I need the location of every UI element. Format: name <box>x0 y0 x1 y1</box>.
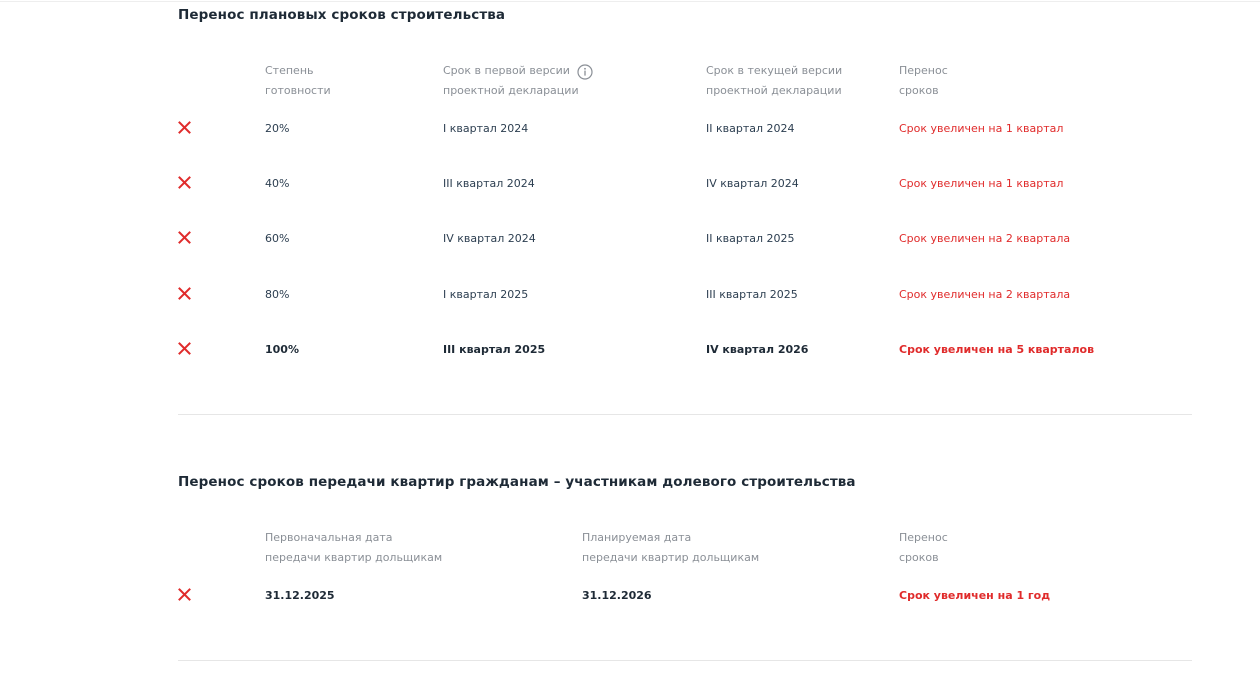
row-shift: Срок увеличен на 2 квартала <box>899 232 1071 245</box>
close-icon <box>178 121 191 134</box>
row-shift: Срок увеличен на 1 квартал <box>899 122 1064 135</box>
header-planned-date-line1: Планируемая дата <box>582 531 692 544</box>
row-readiness: 80% <box>265 288 290 301</box>
header-shift: Перенос сроков <box>899 61 948 101</box>
top-border <box>0 1 1260 2</box>
close-icon <box>178 231 191 244</box>
header-shift-line2: сроков <box>899 84 939 97</box>
handover-section-title: Перенос сроков передачи квартир граждана… <box>178 474 856 490</box>
header-current-version-line2: проектной декларации <box>706 84 842 97</box>
row-readiness: 40% <box>265 177 290 190</box>
header-first-version-line1: Срок в первой версии <box>443 64 570 77</box>
row-first-term: I квартал 2025 <box>443 288 529 301</box>
header-readiness-line2: готовности <box>265 84 331 97</box>
header-shift-line1: Перенос <box>899 64 948 77</box>
row-readiness: 100% <box>265 343 299 356</box>
header-planned-date-line2: передачи квартир дольщикам <box>582 551 760 564</box>
row-initial-date: 31.12.2025 <box>265 589 335 602</box>
header-handover-shift-line2: сроков <box>899 551 939 564</box>
header-readiness: Степень готовности <box>265 61 331 101</box>
header-current-version: Срок в текущей версии проектной декларац… <box>706 61 842 101</box>
row-first-term: IV квартал 2024 <box>443 232 536 245</box>
section-divider <box>178 660 1192 661</box>
row-current-term: III квартал 2025 <box>706 288 798 301</box>
header-readiness-line1: Степень <box>265 64 314 77</box>
row-handover-shift: Срок увеличен на 1 год <box>899 589 1051 602</box>
row-current-term: IV квартал 2026 <box>706 343 809 356</box>
header-handover-shift-line1: Перенос <box>899 531 948 544</box>
header-planned-date: Планируемая дата передачи квартир дольщи… <box>582 528 759 568</box>
header-initial-date: Первоначальная дата передачи квартир дол… <box>265 528 442 568</box>
close-icon <box>178 588 191 601</box>
header-handover-shift: Перенос сроков <box>899 528 948 568</box>
row-first-term: III квартал 2024 <box>443 177 535 190</box>
row-planned-date: 31.12.2026 <box>582 589 652 602</box>
row-current-term: IV квартал 2024 <box>706 177 799 190</box>
row-current-term: II квартал 2025 <box>706 232 795 245</box>
header-initial-date-line2: передачи квартир дольщикам <box>265 551 443 564</box>
row-readiness: 20% <box>265 122 290 135</box>
row-shift: Срок увеличен на 2 квартала <box>899 288 1071 301</box>
info-icon[interactable] <box>577 64 593 80</box>
close-icon <box>178 176 191 189</box>
row-shift: Срок увеличен на 5 кварталов <box>899 343 1095 356</box>
row-first-term: III квартал 2025 <box>443 343 546 356</box>
close-icon <box>178 287 191 300</box>
section-divider <box>178 414 1192 415</box>
close-icon <box>178 342 191 355</box>
header-current-version-line1: Срок в текущей версии <box>706 64 843 77</box>
row-first-term: I квартал 2024 <box>443 122 529 135</box>
header-first-version-line2: проектной декларации <box>443 84 579 97</box>
header-initial-date-line1: Первоначальная дата <box>265 531 393 544</box>
row-shift: Срок увеличен на 1 квартал <box>899 177 1064 190</box>
row-readiness: 60% <box>265 232 290 245</box>
construction-section-title: Перенос плановых сроков строительства <box>178 7 506 23</box>
header-first-version: Срок в первой версии проектной деклараци… <box>443 61 579 101</box>
row-current-term: II квартал 2024 <box>706 122 795 135</box>
